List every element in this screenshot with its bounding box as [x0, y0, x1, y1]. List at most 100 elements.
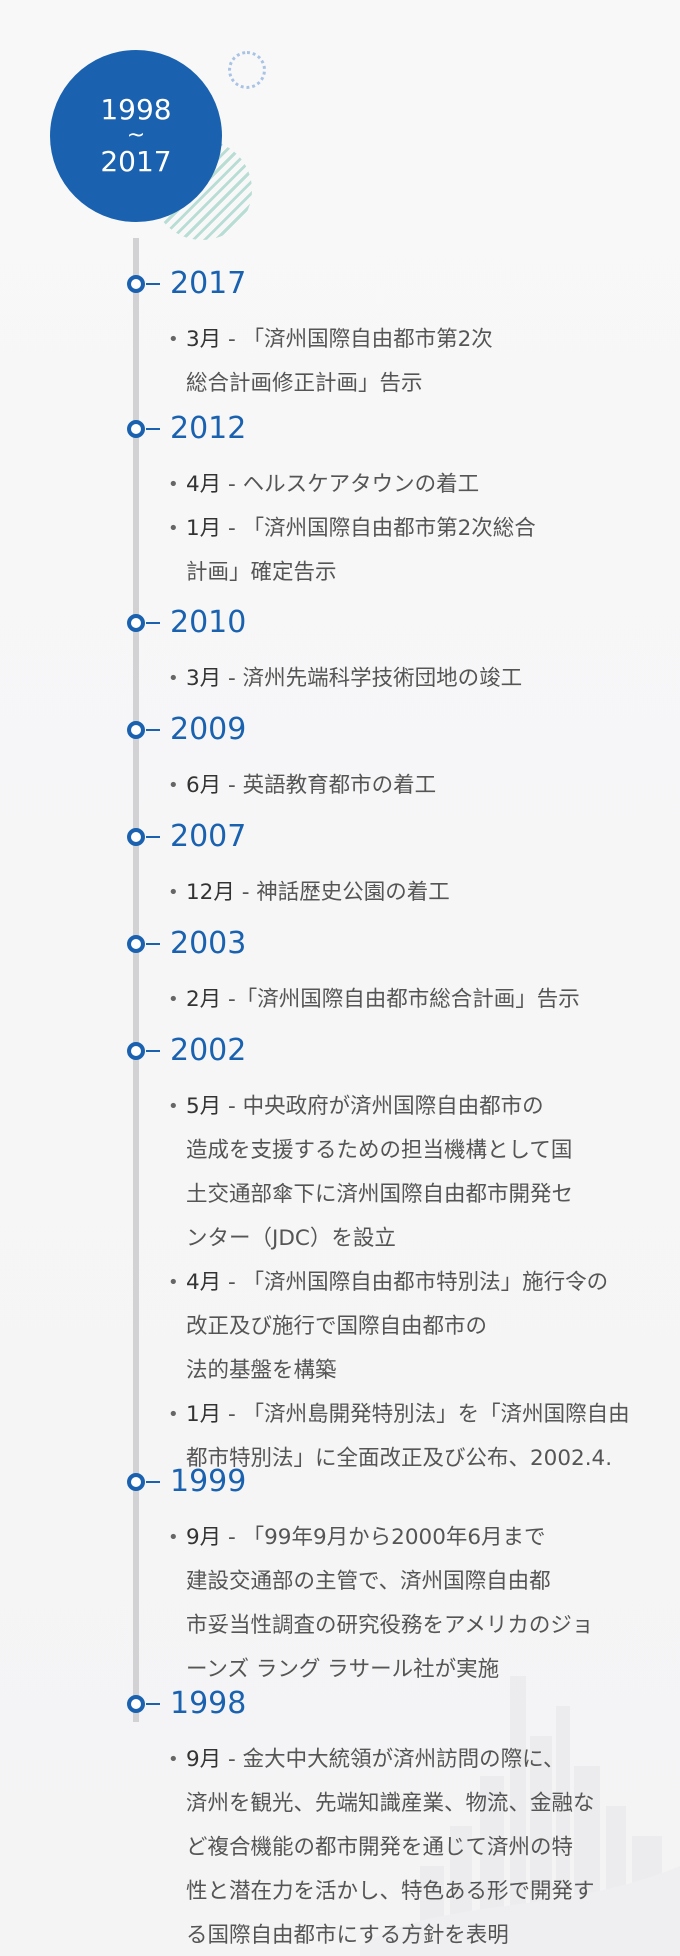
event-month: 9月	[186, 1525, 222, 1550]
event-item: • 3月 - 「済州国際自由都市第2次総合計画修正計画」告示	[168, 318, 658, 406]
bullet-icon: •	[168, 989, 179, 1010]
year-heading: 1998	[170, 1686, 247, 1721]
event-description: - 「済州国際自由都市第2次総合	[221, 516, 536, 541]
timeline-marker-icon	[127, 828, 145, 846]
year-heading: 2009	[170, 712, 247, 747]
timeline-connector	[146, 1050, 160, 1052]
event-month: 4月	[186, 472, 222, 497]
event-month: 1月	[186, 1402, 222, 1427]
event-month: 12月	[186, 880, 235, 905]
bullet-icon: •	[168, 329, 179, 350]
event-month: 4月	[186, 1270, 222, 1295]
year-heading: 2007	[170, 819, 247, 854]
event-description: - 「済州国際自由都市第2次	[221, 327, 493, 352]
event-text-line: 6月 - 英語教育都市の着工	[186, 764, 658, 808]
bullet-icon: •	[168, 474, 179, 495]
dotted-circle-decoration	[228, 51, 266, 89]
period-separator: ~	[126, 123, 146, 148]
bullet-icon: •	[168, 882, 179, 903]
event-item: • 9月 - 金大中大統領が済州訪問の際に、 済州を観光、先端知識産業、物流、金融な…	[168, 1738, 658, 1956]
event-month: 6月	[186, 773, 222, 798]
event-list: • 2月 -「済州国際自由都市総合計画」告示	[168, 978, 658, 1022]
year-heading: 2017	[170, 266, 247, 301]
timeline-marker-icon	[127, 935, 145, 953]
event-month: 2月	[186, 987, 222, 1012]
timeline-marker-icon	[127, 1473, 145, 1491]
event-description: - 「99年9月から2000年6月まで	[221, 1525, 546, 1550]
event-list: • 9月 - 「99年9月から2000年6月まで 建設交通部の主管で、済州国際自由都…	[168, 1516, 658, 1692]
event-item: • 4月 - 「済州国際自由都市特別法」施行令の 改正及び施行で国際自由都市の 法的基…	[168, 1261, 658, 1393]
bullet-icon: •	[168, 1096, 179, 1117]
event-item: • 1月 - 「済州国際自由都市第2次総合計画」確定告示	[168, 507, 658, 595]
event-month: 5月	[186, 1094, 222, 1119]
timeline-marker-icon	[127, 420, 145, 438]
timeline-connector	[146, 836, 160, 838]
event-text-line: 計画」確定告示	[186, 560, 337, 585]
event-description: - 英語教育都市の着工	[221, 773, 437, 798]
timeline-connector	[146, 943, 160, 945]
event-text-line: 5月 - 中央政府が済州国際自由都市の	[186, 1085, 658, 1129]
period-badge: 1998 ~ 2017	[50, 50, 222, 222]
bullet-icon: •	[168, 1272, 179, 1293]
timeline-marker-icon	[127, 1042, 145, 1060]
timeline-connector	[146, 283, 160, 285]
period-start: 1998	[100, 93, 172, 126]
event-text-line: 3月 - 「済州国際自由都市第2次	[186, 318, 658, 362]
event-list: • 9月 - 金大中大統領が済州訪問の際に、 済州を観光、先端知識産業、物流、金融な…	[168, 1738, 658, 1956]
event-list: • 12月 - 神話歴史公園の着工	[168, 871, 658, 915]
event-month: 3月	[186, 666, 222, 691]
event-month: 9月	[186, 1747, 222, 1772]
event-text-line: 9月 - 「99年9月から2000年6月まで	[186, 1516, 658, 1560]
event-item: • 12月 - 神話歴史公園の着工	[168, 871, 658, 915]
timeline-page: 1998 ~ 2017 2017 • 3月 - 「済州国際自由都市第2次総合計画修正…	[0, 0, 680, 1956]
event-item: • 2月 -「済州国際自由都市総合計画」告示	[168, 978, 658, 1022]
timeline-connector	[146, 1703, 160, 1705]
timeline-connector	[146, 729, 160, 731]
event-text-line: 4月 - 「済州国際自由都市特別法」施行令の	[186, 1261, 658, 1305]
event-text-line: 1月 - 「済州国際自由都市第2次総合	[186, 507, 658, 551]
event-item: • 5月 - 中央政府が済州国際自由都市の造成を支援するための担当機構として国 土交…	[168, 1085, 658, 1261]
event-text-line: ーンズ ラング ラサール社が実施	[186, 1657, 500, 1682]
event-text-line: 市妥当性調査の研究役務をアメリカのジョ	[186, 1613, 594, 1638]
event-text-line: 9月 - 金大中大統領が済州訪問の際に、	[186, 1738, 658, 1782]
timeline-marker-icon	[127, 721, 145, 739]
event-description: - 済州先端科学技術団地の竣工	[221, 666, 523, 691]
period-end: 2017	[100, 145, 172, 178]
bullet-icon: •	[168, 668, 179, 689]
event-item: • 4月 - ヘルスケアタウンの着工	[168, 463, 658, 507]
event-description: - 金大中大統領が済州訪問の際に、	[221, 1747, 565, 1772]
timeline-connector	[146, 1481, 160, 1483]
event-description: -「済州国際自由都市総合計画」告示	[221, 987, 580, 1012]
event-text-line: 総合計画修正計画」告示	[186, 371, 423, 396]
event-text-line: ど複合機能の都市開発を通じて済州の特	[186, 1835, 574, 1860]
timeline-marker-icon	[127, 275, 145, 293]
bullet-icon: •	[168, 1749, 179, 1770]
year-heading: 2012	[170, 411, 247, 446]
event-text-line: ンター（JDC）を設立	[186, 1226, 396, 1251]
bullet-icon: •	[168, 518, 179, 539]
year-heading: 2010	[170, 605, 247, 640]
event-text-line: 造成を支援するための担当機構として国	[186, 1138, 573, 1163]
event-list: • 3月 - 「済州国際自由都市第2次総合計画修正計画」告示	[168, 318, 658, 406]
event-description: - 中央政府が済州国際自由都市の	[221, 1094, 544, 1119]
event-text-line: 土交通部傘下に済州国際自由都市開発セ	[186, 1182, 574, 1207]
event-list: • 5月 - 中央政府が済州国際自由都市の造成を支援するための担当機構として国 土交…	[168, 1085, 658, 1481]
event-description: - 「済州国際自由都市特別法」施行令の	[221, 1270, 609, 1295]
bullet-icon: •	[168, 1404, 179, 1425]
event-description: - ヘルスケアタウンの着工	[221, 472, 480, 497]
event-description: - 「済州島開発特別法」を「済州国際自由	[221, 1402, 630, 1427]
event-text-line: 3月 - 済州先端科学技術団地の竣工	[186, 657, 658, 701]
event-list: • 6月 - 英語教育都市の着工	[168, 764, 658, 808]
timeline-vertical-line	[133, 238, 139, 1722]
timeline-marker-icon	[127, 1695, 145, 1713]
timeline-marker-icon	[127, 614, 145, 632]
timeline-connector	[146, 428, 160, 430]
event-list: • 3月 - 済州先端科学技術団地の竣工	[168, 657, 658, 701]
event-list: • 4月 - ヘルスケアタウンの着工 • 1月 - 「済州国際自由都市第2次総合計画」…	[168, 463, 658, 595]
year-heading: 1999	[170, 1464, 247, 1499]
event-item: • 3月 - 済州先端科学技術団地の竣工	[168, 657, 658, 701]
timeline-connector	[146, 622, 160, 624]
event-text-line: る国際自由都市にする方針を表明	[186, 1923, 509, 1948]
bullet-icon: •	[168, 1527, 179, 1548]
event-month: 3月	[186, 327, 222, 352]
